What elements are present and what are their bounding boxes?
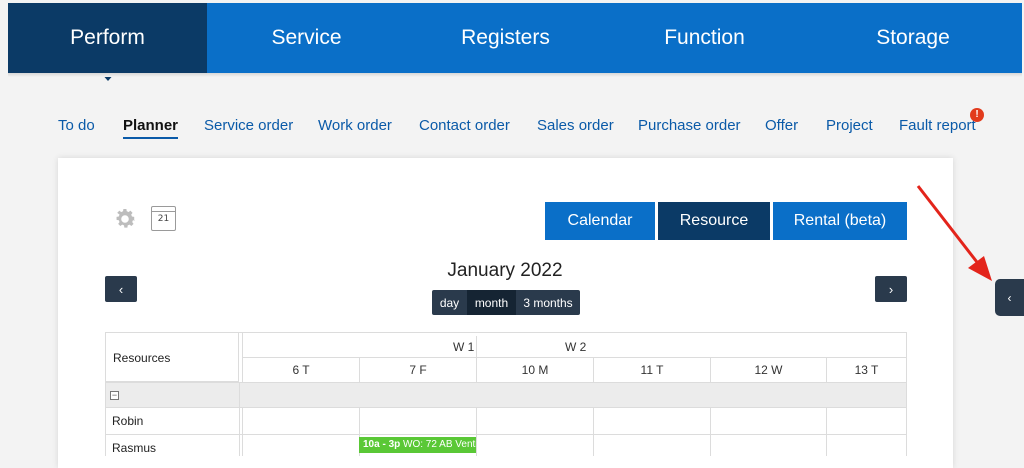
range-day[interactable]: day xyxy=(432,290,467,315)
range-selector: day month 3 months xyxy=(432,290,580,315)
fault-report-alert-badge: ! xyxy=(970,108,984,122)
subnav-work-order[interactable]: Work order xyxy=(318,117,392,134)
calendar-icon-day: 21 xyxy=(157,214,170,224)
day-col-border xyxy=(476,408,477,456)
range-3-months[interactable]: 3 months xyxy=(516,290,580,315)
subnav-offer[interactable]: Offer xyxy=(765,117,798,134)
grid-top-border xyxy=(239,332,907,333)
gear-icon[interactable] xyxy=(112,206,138,232)
subnav-planner[interactable]: Planner xyxy=(123,117,179,139)
subnav-to-do[interactable]: To do xyxy=(58,117,95,134)
subnav-sales-order[interactable]: Sales order xyxy=(537,117,614,134)
subnav-contact-order[interactable]: Contact order xyxy=(419,117,510,134)
week-label-1: W 1 xyxy=(453,340,475,354)
collapse-group-toggle[interactable]: − xyxy=(110,391,119,400)
range-month[interactable]: month xyxy=(467,290,516,315)
resource-col-border xyxy=(239,382,240,456)
grid-left-border xyxy=(105,382,106,456)
week-divider xyxy=(476,336,477,357)
view-resource-button[interactable]: Resource xyxy=(658,202,770,240)
resource-row-rasmus[interactable]: Rasmus xyxy=(112,441,156,455)
main-nav: Perform Service Registers Function Stora… xyxy=(8,3,1022,81)
side-panel-toggle[interactable]: ‹ xyxy=(995,279,1024,316)
day-header: 11 T xyxy=(593,357,710,382)
week-label-2: W 2 xyxy=(565,340,587,354)
row-divider xyxy=(105,434,907,435)
calendar-icon[interactable]: 21 xyxy=(151,206,176,231)
subnav-project[interactable]: Project xyxy=(826,117,873,134)
subnav-service-order[interactable]: Service order xyxy=(204,117,293,134)
month-title: January 2022 xyxy=(447,260,563,281)
sub-nav: To do Planner Service order Work order C… xyxy=(0,117,1024,143)
day-col-border xyxy=(710,408,711,456)
next-period-button[interactable]: › xyxy=(875,276,907,302)
day-header: 7 F xyxy=(359,357,476,382)
nav-shadow xyxy=(8,73,1022,77)
prev-period-button[interactable]: ‹ xyxy=(105,276,137,302)
nav-perform[interactable]: Perform xyxy=(8,3,207,81)
resources-header: Resources xyxy=(105,332,239,382)
nav-service[interactable]: Service xyxy=(207,3,406,73)
event-text: WO: 72 AB Ventil xyxy=(403,439,476,450)
view-calendar-button[interactable]: Calendar xyxy=(545,202,655,240)
day-header: 10 M xyxy=(476,357,593,382)
subnav-purchase-order[interactable]: Purchase order xyxy=(638,117,741,134)
work-order-event[interactable]: 10a - 3p WO: 72 AB Ventil xyxy=(359,437,476,453)
nav-storage[interactable]: Storage xyxy=(804,3,1022,73)
day-col-border xyxy=(593,408,594,456)
resource-row-robin[interactable]: Robin xyxy=(112,414,143,428)
nav-registers[interactable]: Registers xyxy=(406,3,605,73)
subnav-fault-report[interactable]: Fault report xyxy=(899,117,976,134)
nav-function[interactable]: Function xyxy=(605,3,804,73)
day-col-border xyxy=(826,408,827,456)
day-header: 13 T xyxy=(826,357,906,382)
view-rental-button[interactable]: Rental (beta) xyxy=(773,202,907,240)
event-time: 10a - 3p xyxy=(363,439,401,450)
day-header: 6 T xyxy=(242,357,359,382)
resource-group-row xyxy=(105,382,907,408)
day-header: 12 W xyxy=(710,357,826,382)
